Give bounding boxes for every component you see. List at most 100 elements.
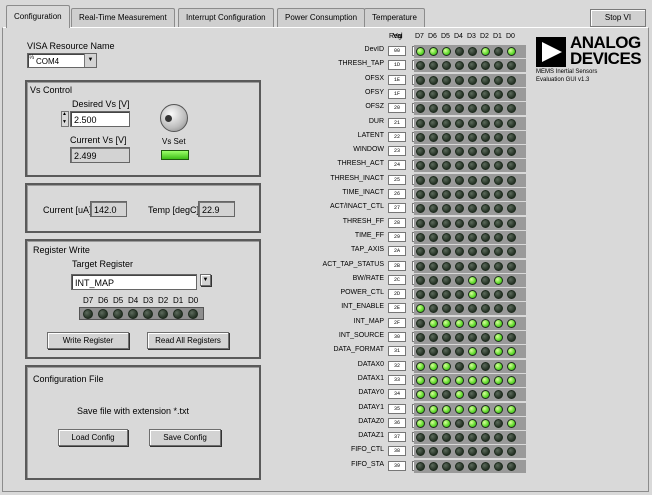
register-bit-led: [442, 232, 451, 242]
register-address: 31: [388, 346, 406, 357]
register-bit-led: [416, 118, 425, 128]
visa-resource-select[interactable]: ⅓ COM4 ▼: [27, 53, 97, 68]
save-config-button[interactable]: Save Config: [149, 429, 221, 446]
register-address: 27: [388, 203, 406, 214]
register-address: 25: [388, 174, 406, 185]
bit-header-d2: D2: [480, 33, 489, 40]
register-name: INT_ENABLE: [341, 303, 384, 311]
register-address: 23: [388, 146, 406, 157]
register-bit-led: [468, 161, 477, 171]
register-bit-led: [429, 190, 438, 199]
register-bit-led: [494, 190, 503, 199]
register-bit-led: [507, 218, 516, 228]
register-bit-led: [455, 261, 464, 271]
register-bit-led: [468, 433, 477, 443]
register-bit-led: [429, 290, 438, 300]
target-register-select[interactable]: INT_MAP: [71, 274, 197, 290]
register-bit-led: [468, 89, 477, 99]
tab-configuration[interactable]: Configuration: [6, 5, 70, 28]
register-bit-led: [416, 218, 425, 228]
register-bit-led: [481, 161, 490, 171]
register-bit-led: [416, 361, 425, 371]
register-bit-led: [494, 47, 503, 56]
register-row: THRESH_TAP1D00: [300, 59, 526, 73]
write-bit-led[interactable]: [188, 309, 198, 319]
register-bit-led: [507, 461, 516, 471]
tab-real-time-measurement[interactable]: Real-Time Measurement: [71, 8, 175, 27]
write-bit-label-d4: D4: [128, 296, 139, 305]
register-bit-led: [416, 104, 425, 114]
register-bit-led: [494, 304, 503, 314]
register-bit-led: [468, 232, 477, 242]
desired-vs-stepper[interactable]: [61, 111, 69, 127]
register-bit-led: [416, 275, 425, 285]
register-bit-strip: [414, 87, 526, 101]
write-bit-led[interactable]: [113, 309, 123, 319]
write-bit-led[interactable]: [128, 309, 138, 319]
vs-set-label: Vs Set: [162, 137, 186, 146]
register-bit-led: [429, 433, 438, 443]
register-address: 1D: [388, 60, 406, 71]
write-bit-led[interactable]: [83, 309, 93, 319]
register-bit-led: [468, 204, 477, 214]
register-row: DATAX032EB: [300, 359, 526, 373]
register-bit-led: [442, 275, 451, 285]
register-row: POWER_CTL2D08: [300, 288, 526, 302]
bit-header-d5: D5: [441, 33, 450, 40]
write-bit-led[interactable]: [143, 309, 153, 319]
register-bit-led: [429, 218, 438, 228]
register-name: THRESH_FF: [342, 217, 384, 225]
write-bit-led[interactable]: [158, 309, 168, 319]
register-bit-led: [429, 261, 438, 271]
register-name: TIME_INACT: [342, 189, 384, 196]
vs-set-knob[interactable]: [160, 104, 188, 132]
register-address: 37: [388, 432, 406, 443]
logo-subtitle-2: Evaluation GUI v1.3: [536, 77, 590, 83]
write-register-button[interactable]: Write Register: [47, 332, 129, 349]
register-bit-led: [416, 132, 425, 142]
read-all-registers-button[interactable]: Read All Registers: [147, 332, 229, 349]
logo-line2: DEVICES: [570, 49, 642, 68]
current-vs-label: Current Vs [V]: [70, 135, 127, 145]
register-bit-led: [468, 190, 477, 199]
register-bit-led: [455, 375, 464, 385]
register-bit-led: [481, 47, 490, 56]
load-config-button[interactable]: Load Config: [58, 429, 128, 446]
register-bit-led: [429, 204, 438, 214]
tab-interrupt-configuration[interactable]: Interrupt Configuration: [178, 8, 274, 27]
register-bit-led: [416, 175, 425, 185]
register-name: OFSX: [364, 74, 384, 82]
register-bit-led: [481, 61, 490, 71]
register-bit-led: [468, 61, 477, 71]
register-bit-led: [481, 290, 490, 300]
register-bit-led: [494, 175, 503, 185]
register-bit-led: [481, 375, 490, 385]
desired-vs-input[interactable]: 2.500: [70, 111, 130, 127]
register-bit-led: [416, 333, 425, 342]
register-bit-led: [468, 275, 477, 285]
logo-subtitle-1: MEMS Inertial Sensors: [536, 69, 598, 75]
register-bit-led: [494, 390, 503, 400]
chevron-down-icon[interactable]: ▼: [200, 274, 211, 286]
stop-vi-button[interactable]: Stop VI: [590, 9, 646, 27]
register-address: 34: [388, 389, 406, 400]
register-address: 22: [388, 131, 406, 142]
bit-header-d0: D0: [506, 33, 515, 40]
register-row: BW/RATE2C0A: [300, 273, 526, 287]
register-name: DATAX1: [357, 374, 384, 382]
register-bit-led: [507, 404, 516, 414]
register-bit-led: [507, 304, 516, 314]
chevron-down-icon[interactable]: ▼: [84, 54, 96, 67]
tab-power-consumption[interactable]: Power Consumption: [277, 8, 366, 27]
register-row: TIME_INACT2600: [300, 188, 526, 201]
register-bit-led: [442, 304, 451, 314]
register-address: 39: [388, 460, 406, 471]
write-bit-led[interactable]: [173, 309, 183, 319]
write-bit-led[interactable]: [98, 309, 108, 319]
register-bit-led: [481, 418, 490, 428]
write-bit-label-d6: D6: [98, 296, 109, 305]
register-address: 33: [388, 374, 406, 385]
visa-value: COM4: [36, 57, 60, 66]
tab-temperature[interactable]: Temperature: [364, 8, 425, 27]
register-bit-led: [442, 47, 451, 56]
